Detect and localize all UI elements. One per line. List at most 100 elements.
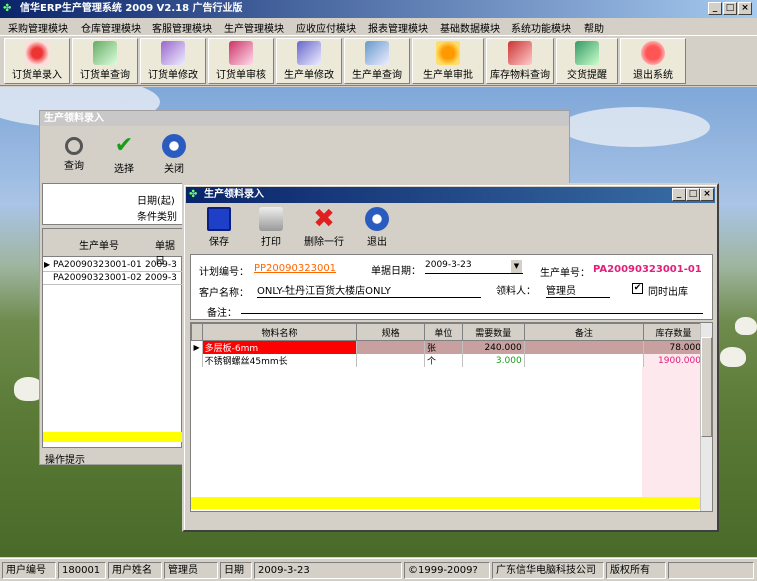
delete-row-button[interactable]: ✖ 删除一行 xyxy=(296,205,352,249)
same-out-label: 同时出库 xyxy=(648,287,688,298)
select-button[interactable]: ✔ 选择 xyxy=(102,132,146,176)
minimize-button[interactable]: _ xyxy=(708,2,722,15)
user-no-value: 180001 xyxy=(58,562,106,579)
status-empty-cell xyxy=(668,562,754,579)
save-button[interactable]: 保存 xyxy=(194,205,244,249)
note-field[interactable] xyxy=(241,300,703,314)
menu-service[interactable]: 客服管理模块 xyxy=(152,20,212,35)
table-row[interactable]: PA20090323001-02 2009-3 xyxy=(43,273,182,285)
print-button[interactable]: 打印 xyxy=(246,205,296,249)
front-window: ✤ 生产领料录入 _ □ × 保存 打印 ✖ 删除一行 退出 计划编号： PP20… xyxy=(182,183,719,532)
delete-icon: ✖ xyxy=(313,204,335,234)
check-icon: ✔ xyxy=(114,133,134,158)
approve-icon xyxy=(229,41,253,65)
table-row[interactable]: 不锈钢螺丝45mm长 个 3.000 1900.000 xyxy=(191,354,713,367)
query-icon xyxy=(365,41,389,65)
app-logo-icon: ✤ xyxy=(3,3,12,14)
delivery-reminder-button[interactable]: 交货提醒 xyxy=(556,38,618,84)
win-maximize-button[interactable]: □ xyxy=(686,188,700,201)
edit-icon xyxy=(161,41,185,65)
company-text: 广东信华电脑科技公司 xyxy=(492,562,604,579)
exit-icon xyxy=(641,41,665,65)
menu-purchase[interactable]: 采购管理模块 xyxy=(8,20,68,35)
table-row[interactable]: ▶ PA20090323001-01 2009-3 xyxy=(43,260,182,272)
flower-icon xyxy=(436,41,460,65)
save-icon xyxy=(207,207,231,231)
win-close-button[interactable]: × xyxy=(700,188,714,201)
rights-text: 版权所有 xyxy=(606,562,666,579)
col-material-name: 物料名称 xyxy=(201,323,358,341)
material-grid: 物料名称 规格 单位 需要数量 备注 库存数量 ▶ 多层板-6mm 张 240.… xyxy=(190,322,713,512)
exit-system-button[interactable]: 退出系统 xyxy=(620,38,686,84)
magnifier-icon xyxy=(65,137,83,155)
menu-warehouse[interactable]: 仓库管理模块 xyxy=(81,20,141,35)
note-label: 备注： xyxy=(207,308,237,319)
prod-no-value: PA20090323001-01 xyxy=(593,264,702,275)
col-unit: 单位 xyxy=(423,323,463,341)
feather-icon xyxy=(575,41,599,65)
status-bar: 用户编号 180001 用户姓名 管理员 日期 2009-3-23 ©1999-… xyxy=(0,558,757,581)
plan-no-field[interactable]: PP20090323001 xyxy=(254,263,336,274)
menu-finance[interactable]: 应收应付模块 xyxy=(296,20,356,35)
power-icon xyxy=(162,134,186,158)
menu-basic-data[interactable]: 基础数据模块 xyxy=(440,20,500,35)
doc-date-picker[interactable]: 2009-3-23 ▼ xyxy=(425,260,523,274)
table-row[interactable]: ▶ 多层板-6mm 张 240.000 78.000 xyxy=(191,340,713,354)
condition-label: 条件类别 xyxy=(137,212,177,223)
app-title: 信华ERP生产管理系统 2009 V2.18 广告行业版 xyxy=(20,3,243,14)
order-approve-button[interactable]: 订货单审核 xyxy=(208,38,274,84)
menu-report[interactable]: 报表管理模块 xyxy=(368,20,428,35)
grid-scrollbar[interactable] xyxy=(700,323,712,511)
header-form: 计划编号： PP20090323001 单据日期： 2009-3-23 ▼ 生产单… xyxy=(190,254,713,320)
col-prod-no: 生产单号 xyxy=(79,241,119,252)
menu-production[interactable]: 生产管理模块 xyxy=(224,20,284,35)
pen-icon xyxy=(93,41,117,65)
printer-icon xyxy=(259,207,283,231)
document-icon xyxy=(297,41,321,65)
production-query-button[interactable]: 生产单查询 xyxy=(344,38,410,84)
same-out-checkbox[interactable]: ✔ xyxy=(632,283,643,294)
app-title-bar: ✤ 信华ERP生产管理系统 2009 V2.18 广告行业版 _ □ × xyxy=(0,0,757,18)
stock-icon xyxy=(508,41,532,65)
front-window-title: ✤ 生产领料录入 _ □ × xyxy=(186,187,715,203)
col-remark: 备注 xyxy=(523,323,645,341)
customer-label: 客户名称： xyxy=(199,288,249,299)
doc-date-label: 单据日期： xyxy=(371,266,421,277)
hint-tab[interactable]: 操作提示 xyxy=(45,451,85,466)
back-window-title: 生产领料录入 xyxy=(40,111,569,126)
maximize-button[interactable]: □ xyxy=(723,2,737,15)
plan-no-label: 计划编号： xyxy=(199,267,249,278)
main-toolbar: 订货单录入 订货单查询 订货单修改 订货单审核 生产单修改 生产单查询 生产单审… xyxy=(0,36,757,86)
back-close-button[interactable]: 关闭 xyxy=(152,132,196,176)
user-name-value: 管理员 xyxy=(164,562,218,579)
power-icon xyxy=(365,207,389,231)
user-name-label: 用户姓名 xyxy=(108,562,162,579)
date-label: 日期 xyxy=(220,562,252,579)
pdf-icon xyxy=(25,41,49,65)
date-value: 2009-3-23 xyxy=(254,562,402,579)
prod-no-label: 生产单号： xyxy=(540,268,590,279)
close-button[interactable]: × xyxy=(738,2,752,15)
chevron-down-icon[interactable]: ▼ xyxy=(511,260,522,273)
col-required-qty: 需要数量 xyxy=(461,323,525,341)
win-minimize-button[interactable]: _ xyxy=(672,188,686,201)
date-from-label: 日期(起) xyxy=(137,196,175,207)
query-button[interactable]: 查询 xyxy=(52,132,96,176)
production-approve-button[interactable]: 生产单审批 xyxy=(412,38,484,84)
exit-button[interactable]: 退出 xyxy=(352,205,402,249)
window-icon: ✤ xyxy=(189,189,198,200)
menu-system[interactable]: 系统功能模块 xyxy=(511,20,571,35)
copyright-text: ©1999-2009? xyxy=(404,562,490,579)
production-edit-button[interactable]: 生产单修改 xyxy=(276,38,342,84)
menu-bar: 采购管理模块 仓库管理模块 客服管理模块 生产管理模块 应收应付模块 报表管理模… xyxy=(0,18,757,36)
receiver-label: 领料人： xyxy=(496,286,536,297)
customer-field[interactable]: ONLY-牡丹江百货大楼店ONLY xyxy=(257,282,481,298)
order-edit-button[interactable]: 订货单修改 xyxy=(140,38,206,84)
receiver-field[interactable]: 管理员 xyxy=(546,282,610,298)
order-query-button[interactable]: 订货单查询 xyxy=(72,38,138,84)
menu-help[interactable]: 帮助 xyxy=(584,20,604,35)
stock-query-button[interactable]: 库存物料查询 xyxy=(486,38,554,84)
col-stock-qty: 库存数量 xyxy=(643,323,704,341)
order-entry-button[interactable]: 订货单录入 xyxy=(4,38,70,84)
user-no-label: 用户编号 xyxy=(2,562,56,579)
